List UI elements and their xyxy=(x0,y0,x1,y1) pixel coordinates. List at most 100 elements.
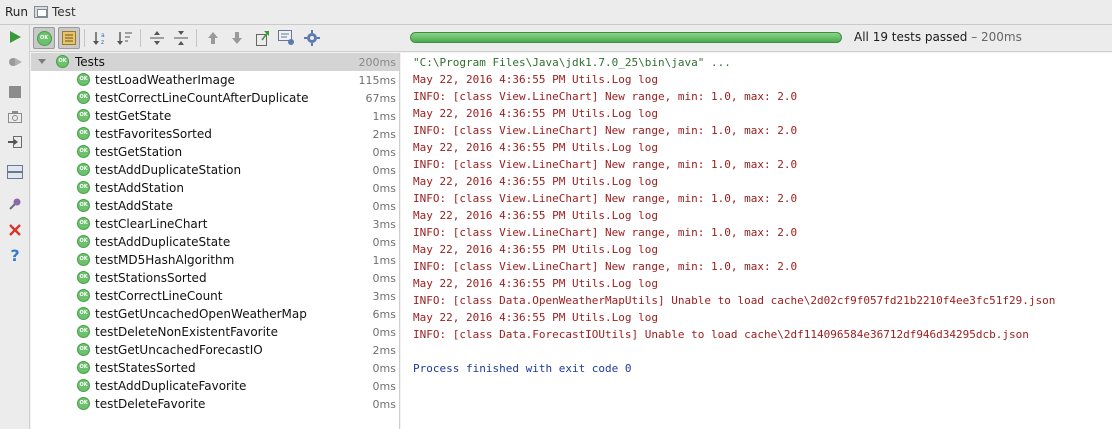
passed-icon: OK xyxy=(77,397,90,410)
test-duration: 0ms xyxy=(372,145,396,159)
test-row[interactable]: OK testGetUncachedForecastIO 2ms xyxy=(31,341,399,359)
test-name: testAddState xyxy=(95,199,174,213)
test-row[interactable]: OK testGetUncachedOpenWeatherMap 6ms xyxy=(31,305,399,323)
collapse-all-icon[interactable] xyxy=(170,27,192,49)
test-row[interactable]: OK testAddDuplicateFavorite 0ms xyxy=(31,377,399,395)
passed-icon: OK xyxy=(77,91,90,104)
passed-icon: OK xyxy=(77,379,90,392)
console-line: May 22, 2016 4:36:55 PM Utils.Log log xyxy=(413,107,659,120)
console-line: INFO: [class View.LineChart] New range, … xyxy=(413,158,798,171)
test-row[interactable]: OK testAddDuplicateState 0ms xyxy=(31,233,399,251)
run-tab-test[interactable]: Test xyxy=(52,5,76,19)
collapse-arrow-icon[interactable] xyxy=(38,59,46,64)
test-row[interactable]: OK testAddDuplicateStation 0ms xyxy=(31,161,399,179)
console-line: INFO: [class View.LineChart] New range, … xyxy=(413,192,798,205)
test-name: testStationsSorted xyxy=(95,271,207,285)
previous-failed-icon[interactable] xyxy=(202,27,224,49)
test-row[interactable]: OK testStatesSorted 0ms xyxy=(31,359,399,377)
test-duration: 0ms xyxy=(372,397,396,411)
console-line: May 22, 2016 4:36:55 PM Utils.Log log xyxy=(413,175,659,188)
test-name: testGetUncachedOpenWeatherMap xyxy=(95,307,307,321)
tree-root-tests[interactable]: OK Tests 200ms xyxy=(31,53,399,71)
test-duration: 1ms xyxy=(372,109,396,123)
test-row[interactable]: OK testClearLineChart 3ms xyxy=(31,215,399,233)
console-line: INFO: [class View.LineChart] New range, … xyxy=(413,226,798,239)
passed-icon: OK xyxy=(77,145,90,158)
pin-icon[interactable] xyxy=(4,193,26,215)
layout-icon[interactable] xyxy=(4,161,26,183)
import-icon[interactable] xyxy=(4,131,26,153)
test-row[interactable]: OK testAddState 0ms xyxy=(31,197,399,215)
test-name: testAddStation xyxy=(95,181,184,195)
status-summary-text: All 19 tests passed xyxy=(854,30,968,44)
test-row[interactable]: OK testDeleteNonExistentFavorite 0ms xyxy=(31,323,399,341)
test-progress-bar xyxy=(410,32,842,43)
passed-icon: OK xyxy=(77,199,90,212)
export-icon[interactable] xyxy=(251,27,273,49)
console-line: May 22, 2016 4:36:55 PM Utils.Log log xyxy=(413,243,659,256)
test-row[interactable]: OK testMD5HashAlgorithm 1ms xyxy=(31,251,399,269)
svg-text:z: z xyxy=(101,39,104,46)
test-name: testCorrectLineCountAfterDuplicate xyxy=(95,91,309,105)
passed-icon: OK xyxy=(77,289,90,302)
toolbar-separator xyxy=(140,29,141,47)
test-progress-fill xyxy=(411,33,841,42)
passed-icon: OK xyxy=(77,307,90,320)
console-line: May 22, 2016 4:36:55 PM Utils.Log log xyxy=(413,141,659,154)
settings-icon[interactable] xyxy=(301,27,323,49)
passed-icon: OK xyxy=(77,109,90,122)
screenshot-icon[interactable] xyxy=(4,106,26,128)
test-row[interactable]: OK testGetState 1ms xyxy=(31,107,399,125)
stop-icon[interactable] xyxy=(4,81,26,103)
sort-alpha-icon[interactable]: az xyxy=(90,27,112,49)
test-duration: 0ms xyxy=(372,199,396,213)
top-toolbar: OK az All 19 tests passed – 200ms xyxy=(30,25,1112,52)
test-name: testFavoritesSorted xyxy=(95,127,212,141)
test-row[interactable]: OK testDeleteFavorite 0ms xyxy=(31,395,399,413)
passed-icon: OK xyxy=(77,253,90,266)
passed-icon: OK xyxy=(77,235,90,248)
ok-badge: OK xyxy=(36,30,52,46)
run-icon[interactable] xyxy=(4,26,26,48)
console-line: May 22, 2016 4:36:55 PM Utils.Log log xyxy=(413,277,659,290)
console-exit-line: Process finished with exit code 0 xyxy=(413,362,632,375)
help-icon[interactable]: ? xyxy=(4,244,26,266)
show-passed-icon[interactable]: OK xyxy=(33,27,55,49)
rerun-failed-icon[interactable] xyxy=(4,51,26,73)
test-row[interactable]: OK testStationsSorted 0ms xyxy=(31,269,399,287)
left-toolbar: ? xyxy=(0,25,30,429)
test-duration: 0ms xyxy=(372,379,396,393)
test-duration: 0ms xyxy=(372,163,396,177)
passed-icon: OK xyxy=(56,55,69,68)
test-duration: 3ms xyxy=(372,217,396,231)
test-name: testGetStation xyxy=(95,145,183,159)
window-title: Run xyxy=(5,5,29,19)
test-row[interactable]: OK testCorrectLineCountAfterDuplicate 67ms xyxy=(31,89,399,107)
toolbar-separator xyxy=(196,29,197,47)
passed-icon: OK xyxy=(77,343,90,356)
console-line: INFO: [class Data.OpenWeatherMapUtils] U… xyxy=(413,294,1056,307)
test-row[interactable]: OK testCorrectLineCount 3ms xyxy=(31,287,399,305)
test-name: testStatesSorted xyxy=(95,361,196,375)
test-row[interactable]: OK testAddStation 0ms xyxy=(31,179,399,197)
test-row[interactable]: OK testLoadWeatherImage 115ms xyxy=(31,71,399,89)
test-duration: 0ms xyxy=(372,181,396,195)
console-line: INFO: [class View.LineChart] New range, … xyxy=(413,90,798,103)
show-ignored-icon[interactable] xyxy=(58,27,80,49)
test-results-tree[interactable]: OK Tests 200ms OK testLoadWeatherImage 115… xyxy=(31,53,400,429)
close-icon[interactable] xyxy=(4,219,26,241)
test-duration: 2ms xyxy=(372,127,396,141)
test-duration: 1ms xyxy=(372,253,396,267)
expand-all-icon[interactable] xyxy=(146,27,168,49)
test-row[interactable]: OK testGetStation 0ms xyxy=(31,143,399,161)
test-name: testAddDuplicateState xyxy=(95,235,231,249)
import-results-icon[interactable] xyxy=(276,27,298,49)
test-name: testGetState xyxy=(95,109,172,123)
next-failed-icon[interactable] xyxy=(226,27,248,49)
console-output[interactable]: "C:\Program Files\Java\jdk1.7.0_25\bin\j… xyxy=(401,53,1112,429)
sort-duration-icon[interactable] xyxy=(114,27,136,49)
test-row[interactable]: OK testFavoritesSorted 2ms xyxy=(31,125,399,143)
test-duration: 0ms xyxy=(372,325,396,339)
toolbar-separator xyxy=(84,29,85,47)
svg-text:a: a xyxy=(101,32,105,39)
